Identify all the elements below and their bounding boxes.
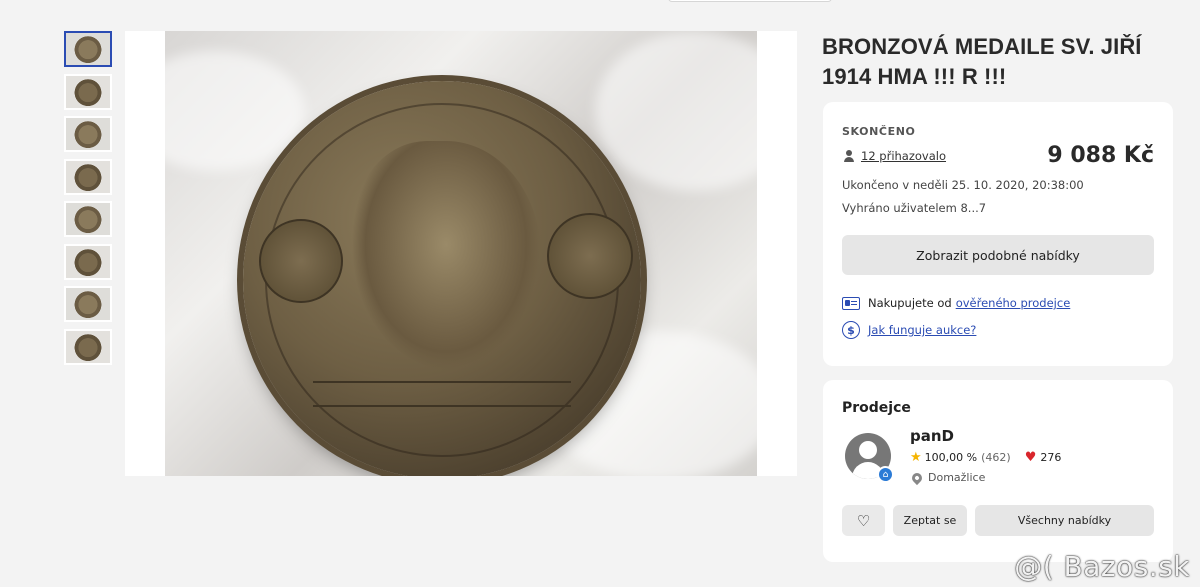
watermark: @( Bazos.sk <box>1014 550 1190 583</box>
help-row: $ Jak funguje aukce? <box>842 321 976 339</box>
heart-outline-icon: ♡ <box>856 511 871 530</box>
thumbnail-image <box>66 330 110 363</box>
ended-date: Ukončeno v neděli 25. 10. 2020, 20:38:00 <box>842 178 1084 192</box>
thumbnail[interactable] <box>64 328 112 365</box>
how-auction-works-link[interactable]: Jak funguje aukce? <box>868 323 976 337</box>
id-card-icon <box>842 296 860 310</box>
thumbnail[interactable] <box>64 201 112 237</box>
ask-seller-button[interactable]: Zeptat se <box>893 505 967 536</box>
star-icon: ★ <box>910 450 922 465</box>
thumbnail[interactable] <box>64 286 112 322</box>
bidders-link[interactable]: 12 přihazovalo <box>842 149 946 163</box>
medal-left-coin <box>259 219 343 303</box>
verified-seller-link[interactable]: ověřeného prodejce <box>956 296 1071 310</box>
search-bar-edge <box>668 0 832 2</box>
dollar-circle-icon: $ <box>842 321 860 339</box>
seller-location: Domažlice <box>928 471 986 484</box>
thumbnail-image <box>66 245 110 278</box>
thumbnail-image <box>66 118 110 150</box>
pin-icon <box>909 470 925 485</box>
medal <box>243 81 641 476</box>
thumbnail[interactable] <box>64 73 112 110</box>
thumbnail-strip <box>64 31 116 371</box>
thumbnail-image <box>66 203 110 235</box>
favorite-seller-button[interactable]: ♡ <box>842 505 885 536</box>
thumbnail-image <box>66 160 110 193</box>
main-photo-viewer[interactable] <box>125 31 797 476</box>
thumbnail-image <box>66 33 110 65</box>
seller-name[interactable]: panD <box>910 427 954 445</box>
verified-prefix: Nakupujete od <box>868 296 952 310</box>
rating-percent: 100,00 % <box>924 451 978 464</box>
medal-right-coin <box>547 213 633 299</box>
likes-count: 276 <box>1040 451 1062 464</box>
similar-offers-button[interactable]: Zobrazit podobné nabídky <box>842 235 1154 275</box>
rating-count[interactable]: (462) <box>981 451 1011 464</box>
main-photo[interactable] <box>165 31 757 476</box>
medal-exergue <box>313 381 571 407</box>
seller-heading: Prodejce <box>842 400 911 416</box>
auction-card: SKONČENO 12 přihazovalo 9 088 Kč Ukončen… <box>823 102 1173 366</box>
seller-location-row: Domažlice <box>909 470 986 485</box>
heart-icon: ♥ <box>1024 450 1037 465</box>
verified-seller-row: Nakupujete od ověřeného prodejce <box>842 296 1070 310</box>
seller-card: Prodejce ⌂ panD ★ 100,00 % (462) ♥ 276 D… <box>823 380 1173 562</box>
glove-fold <box>595 31 757 191</box>
thumbnail[interactable] <box>64 31 112 67</box>
thumbnail-image <box>66 288 110 320</box>
thumbnail-image <box>66 75 110 108</box>
thumbnail[interactable] <box>64 243 112 280</box>
verified-badge-icon: ⌂ <box>877 466 894 483</box>
thumbnail[interactable] <box>64 158 112 195</box>
final-price: 9 088 Kč <box>1047 143 1154 168</box>
seller-rating-row: ★ 100,00 % (462) ♥ 276 <box>910 450 1061 465</box>
item-title: BRONZOVÁ MEDAILE SV. JIŘÍ 1914 HMA !!! R… <box>822 34 1142 89</box>
winner-info: Vyhráno uživatelem 8...7 <box>842 201 987 215</box>
glove-fold <box>165 51 305 171</box>
auction-status: SKONČENO <box>842 125 916 138</box>
all-offers-button[interactable]: Všechny nabídky <box>975 505 1154 536</box>
person-icon <box>842 149 856 163</box>
bidders-label[interactable]: 12 přihazovalo <box>861 149 946 163</box>
thumbnail[interactable] <box>64 116 112 152</box>
